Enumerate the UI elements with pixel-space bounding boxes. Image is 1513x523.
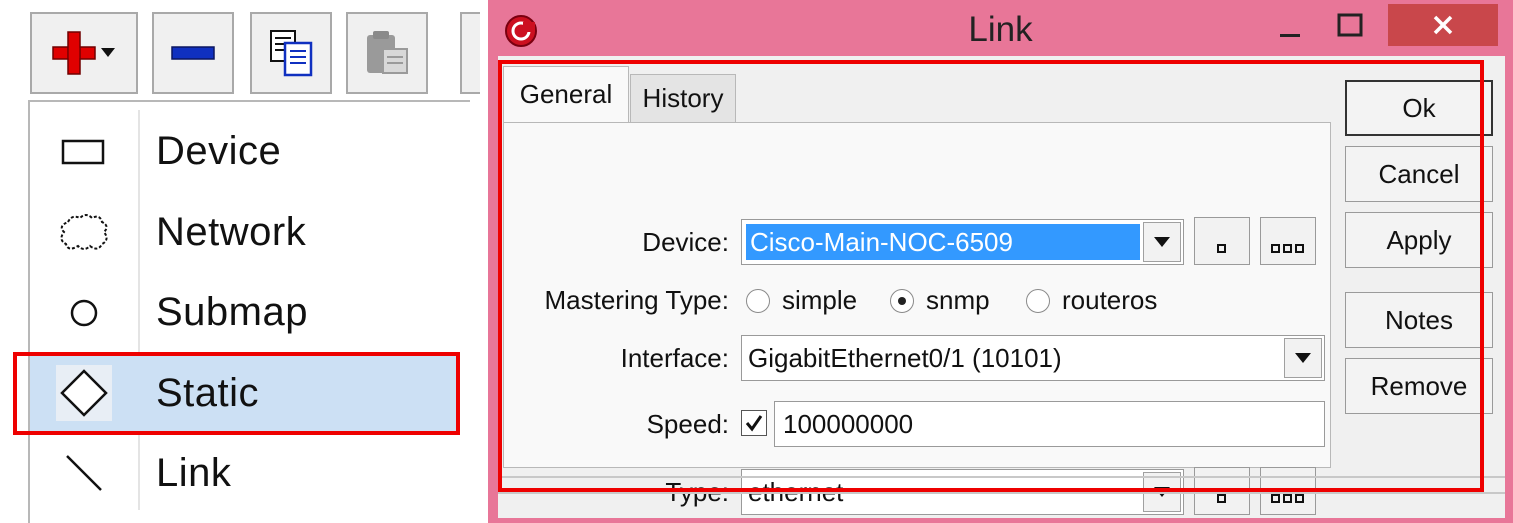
highlight-box-static bbox=[13, 352, 460, 435]
menu-item-device[interactable]: Device bbox=[30, 111, 460, 191]
highlight-box-dialog bbox=[498, 60, 1484, 492]
add-item-panel: Device Network Submap Static Link bbox=[0, 0, 480, 523]
circle-icon bbox=[30, 272, 138, 352]
paste-icon bbox=[367, 31, 408, 74]
menu-item-network[interactable]: Network bbox=[30, 192, 460, 272]
add-button[interactable] bbox=[30, 12, 138, 94]
title-bar[interactable]: Link bbox=[488, 0, 1513, 56]
small-square-icon bbox=[1217, 494, 1226, 503]
remove-button[interactable] bbox=[152, 12, 234, 94]
cloud-icon bbox=[30, 192, 138, 272]
copy-icon bbox=[270, 30, 313, 77]
toolbar-overflow-button[interactable] bbox=[460, 12, 480, 94]
minimize-icon bbox=[1280, 34, 1300, 37]
menu-item-label: Device bbox=[156, 128, 282, 173]
status-bar bbox=[498, 492, 1505, 494]
menu-item-submap[interactable]: Submap bbox=[30, 272, 460, 352]
line-icon bbox=[30, 433, 138, 513]
close-button[interactable] bbox=[1388, 4, 1498, 46]
minimize-button[interactable] bbox=[1268, 4, 1312, 46]
rectangle-icon bbox=[30, 111, 138, 191]
maximize-button[interactable] bbox=[1328, 4, 1372, 46]
ellipsis-icon bbox=[1271, 494, 1304, 503]
close-icon bbox=[1433, 15, 1453, 35]
paste-button[interactable] bbox=[346, 12, 428, 94]
menu-item-label: Link bbox=[156, 450, 232, 495]
menu-item-link[interactable]: Link bbox=[30, 433, 460, 513]
copy-button[interactable] bbox=[250, 12, 332, 94]
maximize-icon bbox=[1337, 13, 1363, 37]
minus-icon bbox=[171, 46, 215, 60]
menu-item-label: Submap bbox=[156, 289, 308, 334]
menu-item-label: Network bbox=[156, 209, 307, 254]
plus-icon bbox=[52, 31, 115, 75]
